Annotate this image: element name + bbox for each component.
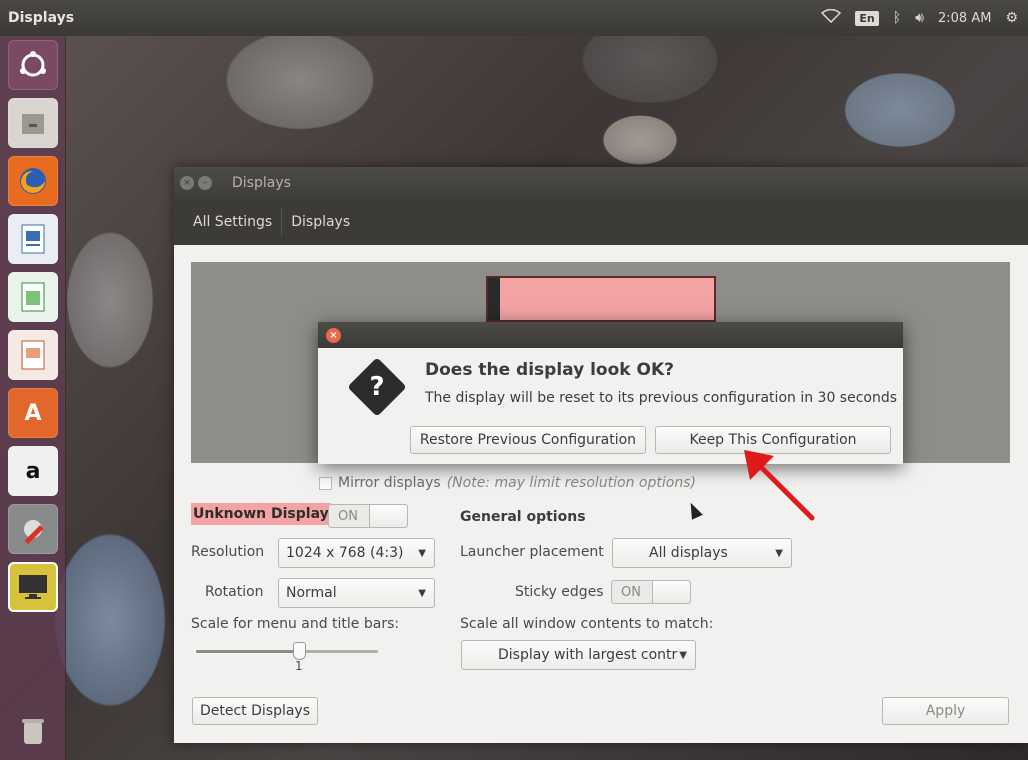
clock[interactable]: 2:08 AM [938,11,991,26]
displays-breadcrumb[interactable]: Displays [282,199,359,245]
apply-button[interactable]: Apply [882,697,1009,725]
detect-displays-button[interactable]: Detect Displays [192,697,318,725]
resolution-label: Resolution [191,544,265,560]
ubuntu-icon[interactable] [8,40,58,90]
displays-icon[interactable] [8,562,58,612]
firefox-icon[interactable] [8,156,58,206]
all-settings-button[interactable]: All Settings [184,199,281,245]
monitor-preview[interactable] [486,276,716,322]
dialog-message: The display will be reset to its previou… [425,390,898,406]
dialog-heading: Does the display look OK? [425,360,674,380]
top-panel: Displays En ᛒ 🔊︎ 2:08 AM ⚙ [0,0,1028,36]
restore-configuration-button[interactable]: Restore Previous Configuration [410,426,646,454]
rotation-combo[interactable]: Normal ▼ [278,578,435,608]
launcher-placement-combo[interactable]: All displays ▼ [612,538,792,568]
window-titlebar: × – Displays [174,167,1028,199]
mirror-displays-note: (Note: may limit resolution options) [446,475,696,491]
window-toolbar: All Settings Displays [174,199,1028,245]
wifi-icon[interactable] [821,8,842,27]
display-toggle-label: ON [338,508,358,524]
window-close-button[interactable]: × [180,176,194,190]
scale-slider-handle[interactable] [293,642,306,660]
mirror-displays-row[interactable]: Mirror displays (Note: may limit resolut… [319,475,696,491]
scale-all-combo[interactable]: Display with largest contr ▼ [461,640,696,670]
sticky-edges-label: Sticky edges [515,584,604,600]
keyboard-language-indicator[interactable]: En [855,10,879,26]
files-icon[interactable] [8,98,58,148]
question-icon: ? [347,357,407,417]
scale-all-label: Scale all window contents to match: [460,616,714,632]
chevron-down-icon: ▼ [679,649,687,661]
mirror-displays-checkbox[interactable] [319,476,332,490]
bluetooth-icon[interactable]: ᛒ [893,10,901,26]
writer-icon[interactable] [8,214,58,264]
launcher-placement-value: All displays [649,545,728,561]
gear-icon[interactable]: ⚙ [1005,10,1018,26]
impress-icon[interactable] [8,330,58,380]
sticky-edges-toggle-label: ON [621,584,641,600]
confirm-display-dialog: × ? Does the display look OK? The displa… [318,322,903,464]
top-panel-title: Displays [8,10,75,26]
monitor-preview-strip [488,278,500,320]
window-minimize-button[interactable]: – [198,176,212,190]
resolution-value: 1024 x 768 (4:3) [286,545,404,561]
software-center-icon[interactable]: A [8,388,58,438]
toggle-knob [369,505,407,527]
display-on-toggle[interactable]: ON [328,504,408,528]
dialog-titlebar: × [318,322,903,348]
mirror-displays-label: Mirror displays [338,475,441,491]
red-arrow-icon [744,450,815,521]
trash-icon[interactable] [8,706,58,756]
sticky-edges-toggle[interactable]: ON [611,580,691,604]
rotation-label: Rotation [205,584,264,600]
dialog-close-button[interactable]: × [326,327,341,343]
display-name-label: Unknown Display [191,503,331,525]
calc-icon[interactable] [8,272,58,322]
launcher-placement-label: Launcher placement [460,544,604,560]
scale-all-value: Display with largest contr [498,647,678,663]
chevron-down-icon: ▼ [775,547,783,559]
toggle-knob [652,581,690,603]
amazon-icon[interactable]: a [8,446,58,496]
scale-menu-label: Scale for menu and title bars: [191,616,400,632]
chevron-down-icon: ▼ [418,547,426,559]
scale-slider-value: 1 [295,659,303,673]
resolution-combo[interactable]: 1024 x 768 (4:3) ▼ [278,538,435,568]
window-title: Displays [232,175,291,191]
launcher: A a [0,36,66,760]
system-settings-icon[interactable] [8,504,58,554]
chevron-down-icon: ▼ [418,587,426,599]
scale-slider-fill [196,650,300,653]
indicator-area: En ᛒ 🔊︎ 2:08 AM ⚙ [821,8,1018,27]
general-options-heading: General options [460,509,586,525]
rotation-value: Normal [286,585,337,601]
volume-icon[interactable]: 🔊︎ [915,10,924,26]
